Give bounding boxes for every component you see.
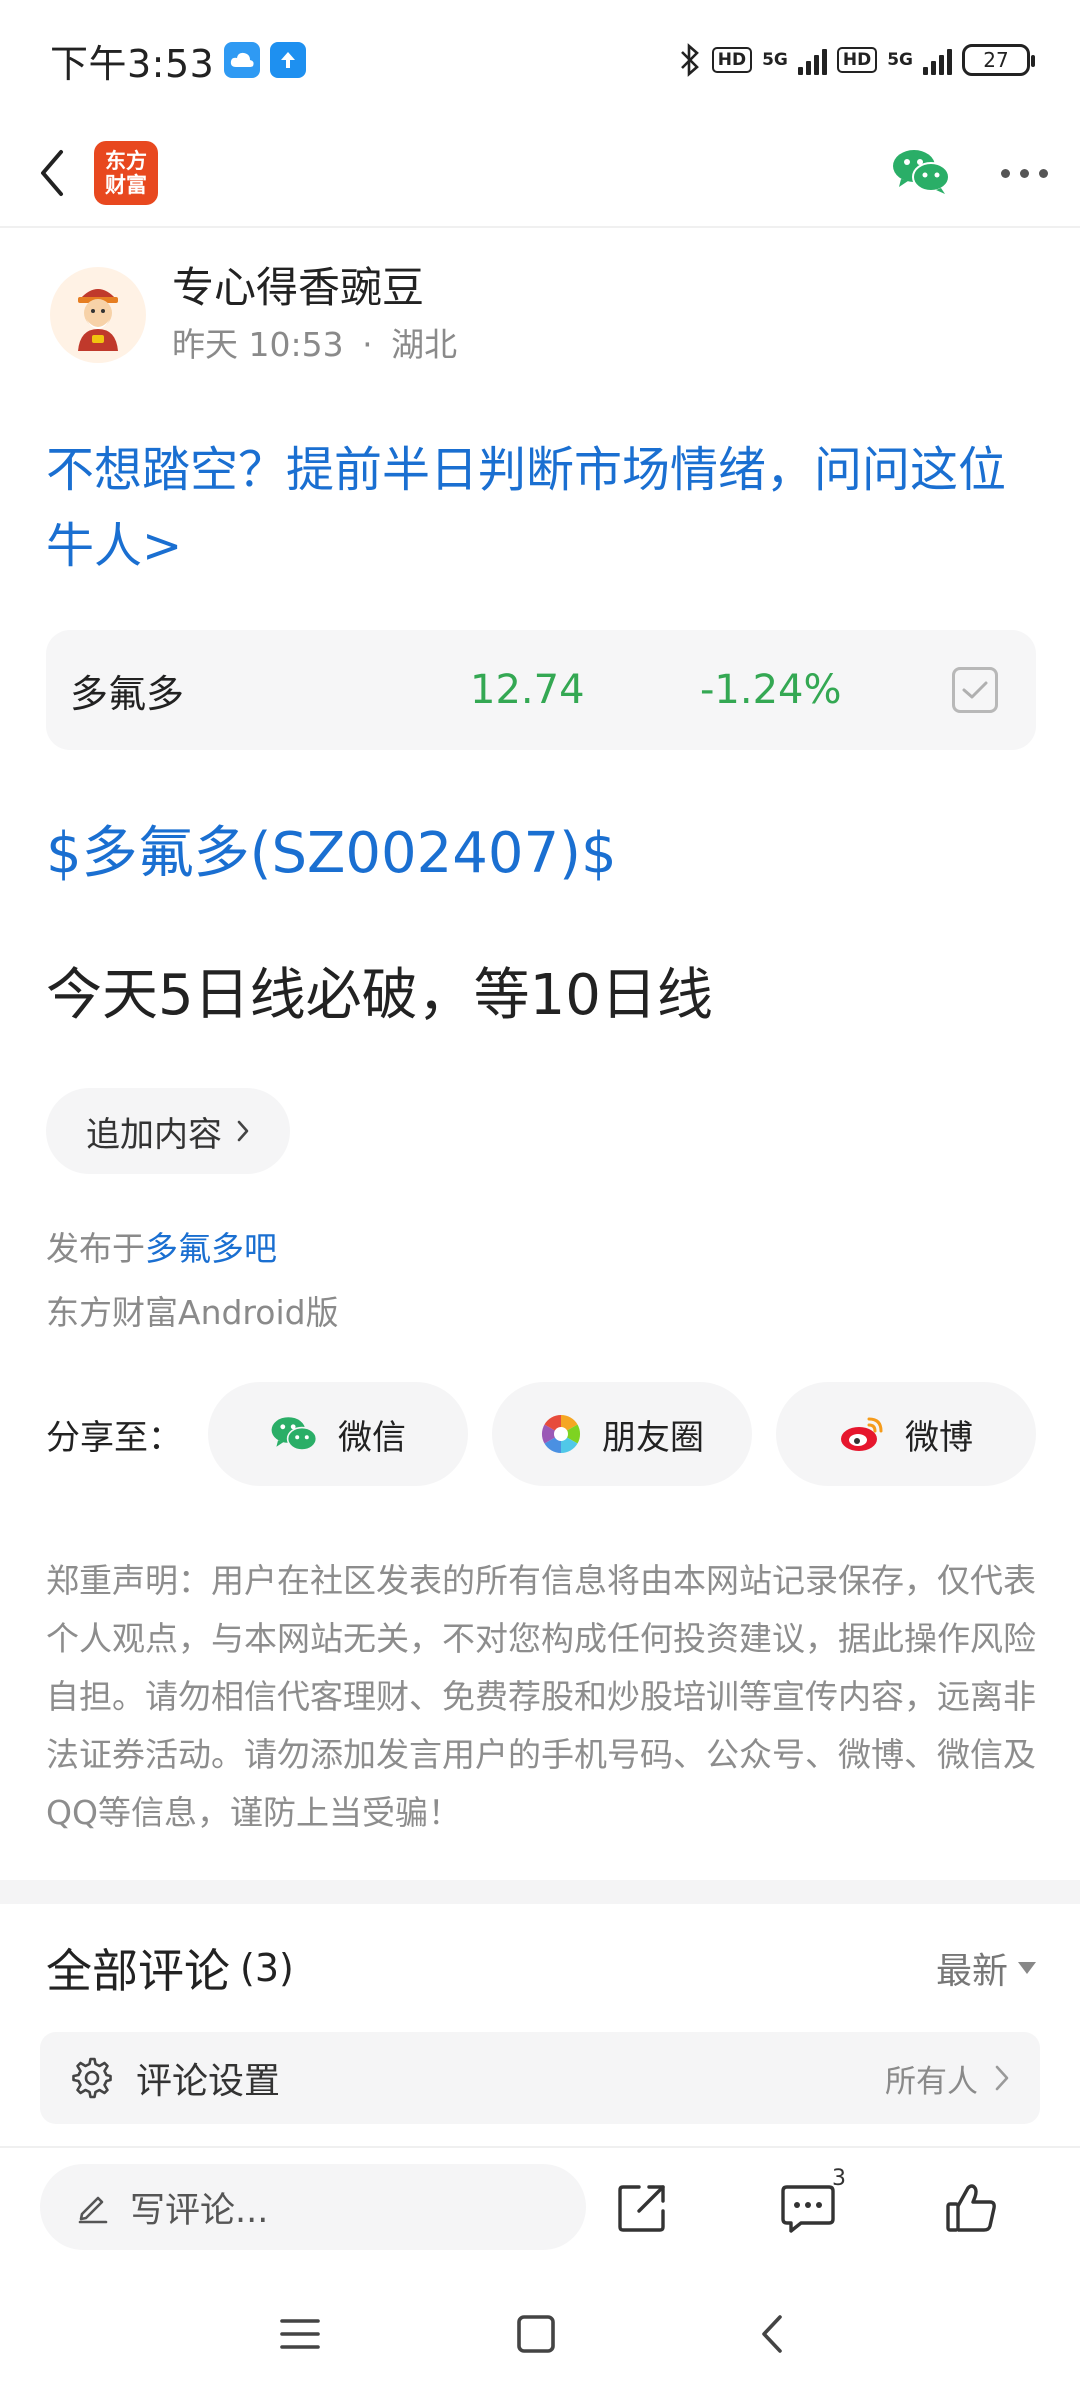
hd-badge: HD — [711, 47, 753, 73]
share-weibo-label: 微博 — [905, 1417, 973, 1458]
like-button[interactable] — [932, 2168, 1012, 2248]
stock-name: 多氟多 — [70, 671, 185, 716]
bluetooth-icon — [680, 43, 699, 77]
logo-text: 财富 — [105, 173, 147, 197]
weibo-icon — [841, 1417, 883, 1451]
top-header: 东方 财富 — [0, 120, 1080, 228]
check-icon — [962, 681, 988, 699]
chevron-left-icon — [41, 150, 63, 196]
comment-input-placeholder: 写评论... — [130, 2190, 269, 2231]
bottom-action-bar: 写评论... 3 — [0, 2146, 1080, 2266]
signal-icon — [797, 45, 827, 75]
network-label: 5G — [762, 50, 788, 70]
comments-button[interactable]: 3 — [768, 2166, 848, 2248]
system-nav-bar — [0, 2266, 1080, 2400]
upload-notification-icon — [270, 42, 307, 78]
status-bar: 下午3:53 HD 5G HD 5G 27 — [0, 0, 1080, 120]
chevron-right-icon — [995, 2065, 1009, 2091]
author-name[interactable]: 专心得香豌豆 — [172, 260, 457, 316]
stock-price: 12.74 — [470, 667, 585, 713]
battery-icon: 27 — [962, 44, 1035, 76]
share-external-icon — [618, 2185, 665, 2232]
cloud-notification-icon — [224, 42, 261, 78]
comment-settings-row[interactable]: 评论设置 所有人 — [40, 2032, 1040, 2124]
section-divider — [0, 1880, 1080, 1904]
nav-menu-button[interactable] — [268, 2302, 332, 2366]
share-moments-button[interactable]: 朋友圈 — [492, 1382, 752, 1486]
status-time: 下午3:53 — [50, 41, 215, 86]
comments-header: 全部评论 (3) 最新 — [46, 1928, 1036, 2008]
chevron-left-icon — [762, 2315, 782, 2353]
status-indicators: HD 5G HD 5G 27 — [678, 43, 1035, 77]
moments-icon — [541, 1415, 581, 1453]
watchlist-checkbox[interactable] — [952, 667, 998, 713]
nav-home-button[interactable] — [504, 2302, 568, 2366]
caret-down-icon — [1018, 1962, 1036, 1974]
hd-badge: HD — [836, 47, 878, 73]
share-wechat-label: 微信 — [338, 1417, 406, 1458]
share-moments-label: 朋友圈 — [602, 1417, 704, 1458]
wechat-icon — [893, 150, 950, 194]
comment-count-badge: 3 — [832, 2166, 846, 2191]
signal-icon — [923, 45, 952, 75]
square-home-icon — [517, 2315, 555, 2353]
posted-in-prefix: 发布于 — [46, 1229, 145, 1268]
nav-back-button[interactable] — [740, 2302, 804, 2366]
post-time: 昨天 10:53 — [172, 325, 344, 364]
comment-settings-value: 所有人 — [885, 2063, 978, 2100]
god-of-wealth-avatar-icon — [78, 289, 118, 351]
comments-title: 全部评论 — [46, 1944, 230, 1998]
menu-icon — [280, 2319, 320, 2349]
share-weibo-button[interactable]: 微博 — [776, 1382, 1036, 1486]
pencil-icon — [78, 2196, 108, 2224]
sort-label: 最新 — [935, 1951, 1008, 1992]
share-row: 分享至： 微信 朋友圈 微博 — [46, 1382, 1036, 1486]
comment-bubble-icon — [781, 2185, 835, 2233]
share-label: 分享至： — [46, 1417, 182, 1458]
post-body: 今天5日线必破，等10日线 — [46, 963, 713, 1028]
post-platform: 东方财富Android版 — [46, 1293, 339, 1332]
network-label: 5G — [887, 50, 913, 70]
avatar[interactable] — [50, 267, 146, 363]
author-block: 专心得香豌豆 昨天 10:53 · 湖北 — [50, 260, 457, 370]
app-logo[interactable]: 东方 财富 — [94, 141, 158, 205]
more-options-icon[interactable] — [1001, 168, 1048, 178]
thumbs-up-icon — [946, 2184, 996, 2232]
stock-bar-link[interactable]: 多氟多吧 — [145, 1229, 277, 1268]
wechat-share-button[interactable] — [891, 147, 951, 199]
posted-in: 发布于多氟多吧 — [46, 1222, 277, 1270]
stock-change: -1.24% — [700, 667, 842, 713]
stock-tag-link[interactable]: $多氟多(SZ002407)$ — [46, 808, 617, 889]
share-wechat-button[interactable]: 微信 — [208, 1382, 468, 1486]
post-meta: 昨天 10:53 · 湖北 — [172, 325, 458, 364]
chevron-right-icon — [237, 1120, 249, 1142]
comments-count: (3) — [240, 1946, 294, 1990]
stock-card[interactable]: 多氟多 12.74 -1.24% — [46, 630, 1036, 750]
add-content-button[interactable]: 追加内容 — [46, 1088, 290, 1174]
sort-dropdown[interactable]: 最新 — [936, 1942, 1036, 1994]
share-button[interactable] — [602, 2168, 682, 2248]
add-content-label: 追加内容 — [86, 1114, 222, 1155]
disclaimer: 郑重声明：用户在社区发表的所有信息将由本网站记录保存，仅代表个人观点，与本网站无… — [46, 1561, 1036, 1832]
post-location: 湖北 — [391, 325, 458, 364]
comment-input[interactable]: 写评论... — [40, 2164, 586, 2250]
back-button[interactable] — [22, 133, 82, 213]
promo-link[interactable]: 不想踏空？提前半日判断市场情绪，问问这位牛人> — [46, 432, 1036, 584]
gear-icon — [72, 2057, 112, 2099]
comment-settings-label: 评论设置 — [136, 2061, 281, 2102]
wechat-icon — [271, 1417, 318, 1451]
logo-text: 东方 — [105, 149, 147, 173]
